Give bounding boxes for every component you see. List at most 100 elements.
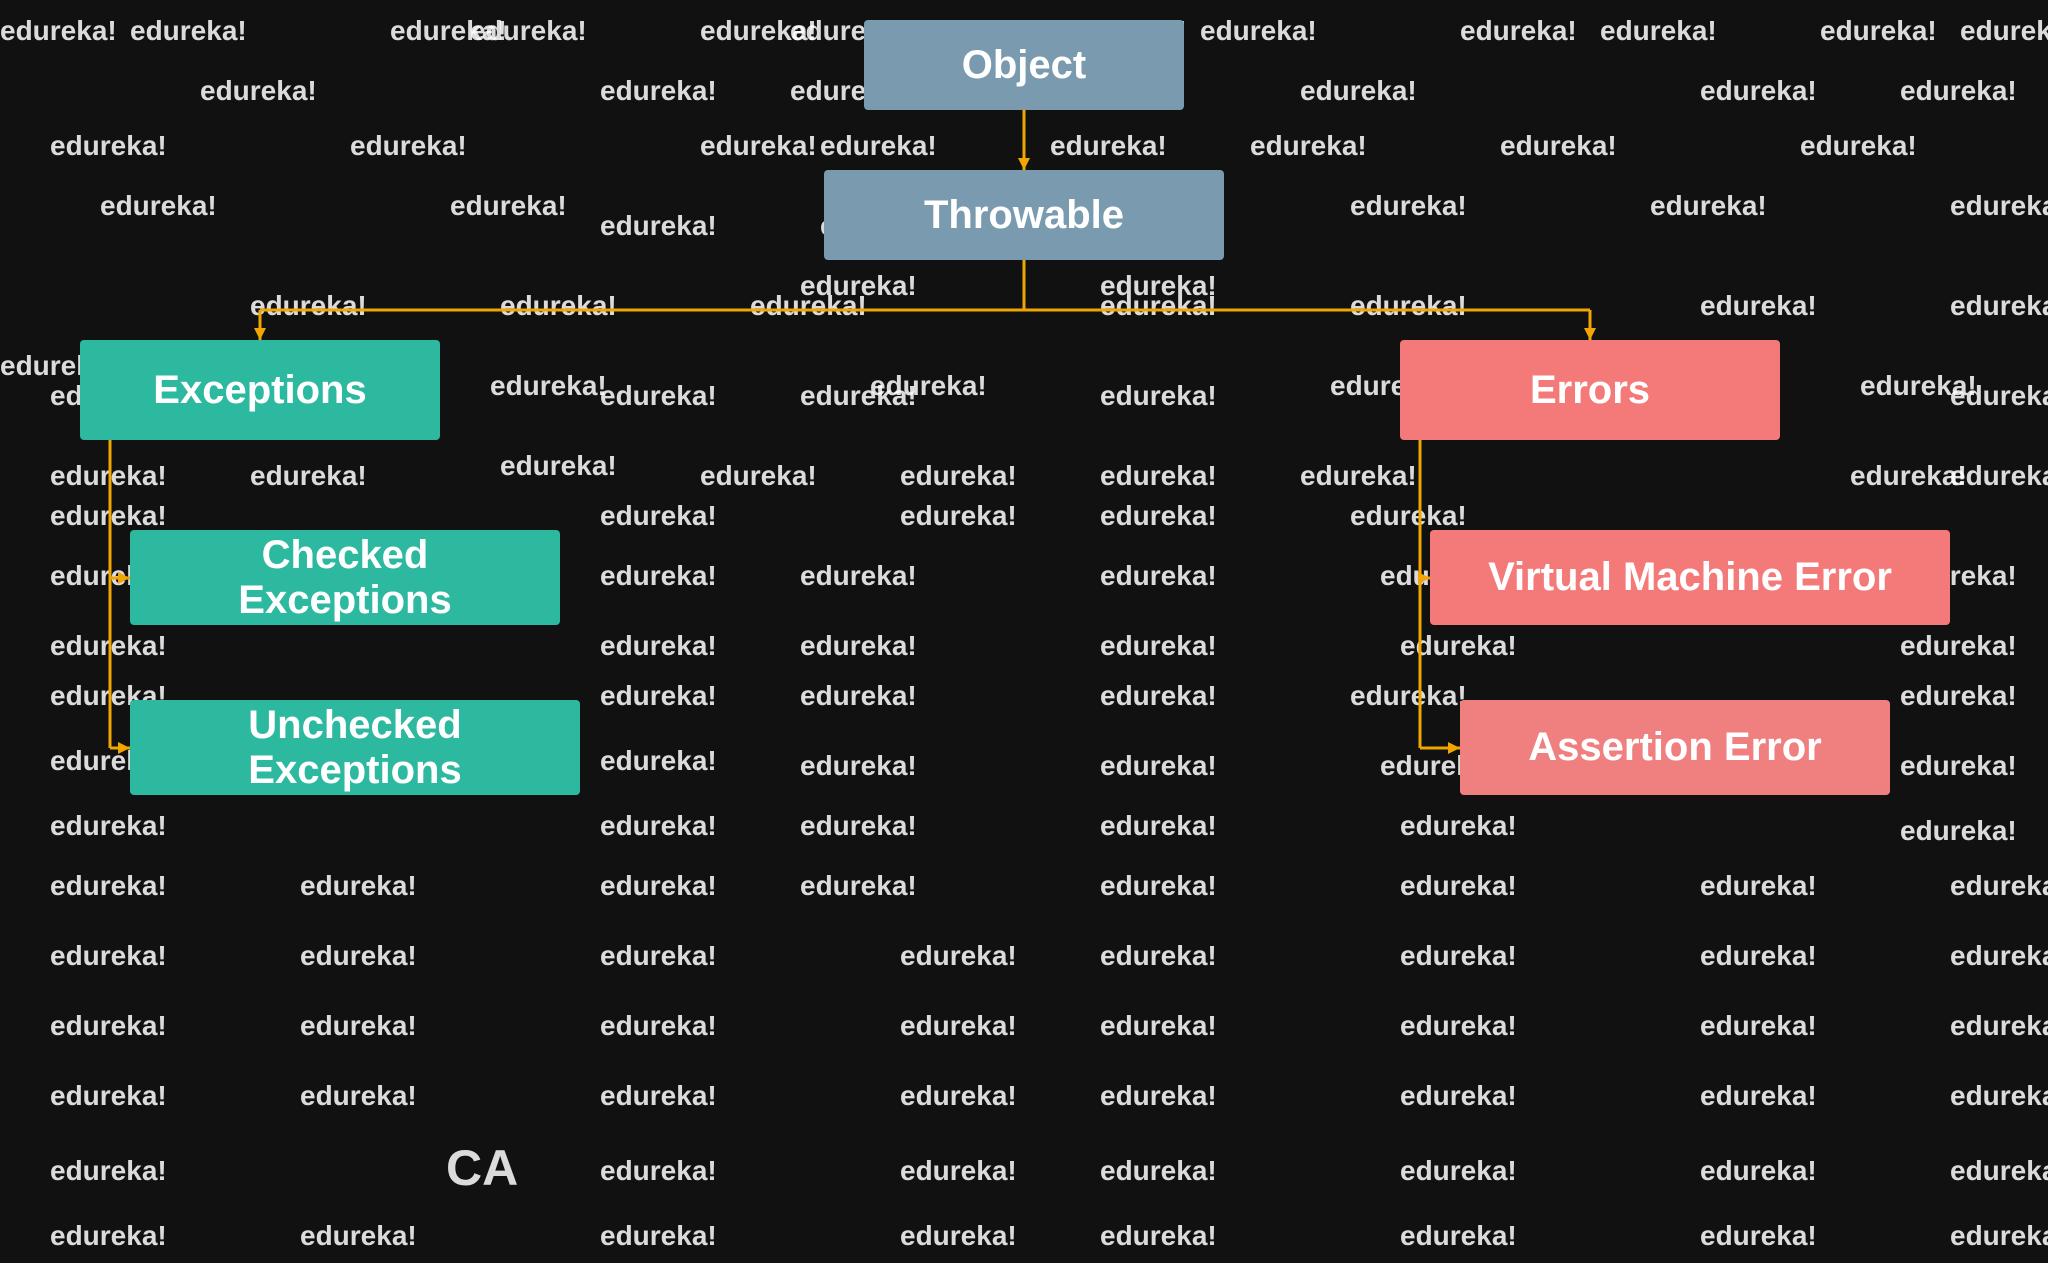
- watermark-text: edureka!: [1900, 750, 2017, 782]
- watermark-text: edureka!: [1800, 130, 1917, 162]
- watermark-text: edureka!: [1100, 750, 1217, 782]
- watermark-text: edureka!: [600, 1220, 717, 1252]
- watermark-text: edureka!: [450, 190, 567, 222]
- watermark-text: edureka!: [600, 1155, 717, 1187]
- watermark-text: edureka!: [1350, 500, 1467, 532]
- watermark-text: edureka!: [1950, 190, 2048, 222]
- watermark-text: edureka!: [50, 870, 167, 902]
- watermark-text: edureka!: [1460, 15, 1577, 47]
- watermark-text: edureka!: [1820, 15, 1937, 47]
- watermark-text: edureka!: [1400, 810, 1517, 842]
- watermark-text: edureka!: [130, 15, 247, 47]
- watermark-text: edureka!: [900, 500, 1017, 532]
- watermark-text: edureka!: [600, 210, 717, 242]
- watermark-text: edureka!: [1350, 290, 1467, 322]
- watermark-text: edureka!: [800, 630, 917, 662]
- watermark-text: edureka!: [600, 810, 717, 842]
- watermark-text: edureka!: [900, 1010, 1017, 1042]
- watermark-text: edureka!: [800, 870, 917, 902]
- watermark-text: edureka!: [1700, 290, 1817, 322]
- watermark-text: edureka!: [1100, 680, 1217, 712]
- object-node: Object: [864, 20, 1184, 110]
- watermark-text: edureka!: [1100, 560, 1217, 592]
- watermark-text: edureka!: [50, 1010, 167, 1042]
- watermark-text: edureka!: [1300, 460, 1417, 492]
- watermark-text: edureka!: [1950, 940, 2048, 972]
- watermark-text: edureka!: [1100, 290, 1217, 322]
- watermark-text: edureka!: [600, 630, 717, 662]
- watermark-text: edureka!: [800, 560, 917, 592]
- watermark-text: edureka!: [800, 680, 917, 712]
- watermark-text: edureka!: [600, 560, 717, 592]
- watermark-text: edureka!: [1950, 870, 2048, 902]
- watermark-text: edureka!: [900, 1080, 1017, 1112]
- watermark-text: edureka!: [1100, 270, 1217, 302]
- watermark-text: edureka!: [1700, 940, 1817, 972]
- exceptions-node: Exceptions: [80, 340, 440, 440]
- watermark-text: edureka!: [50, 1220, 167, 1252]
- vme-node: Virtual Machine Error: [1430, 530, 1950, 625]
- watermark-text: edureka!: [1350, 680, 1467, 712]
- watermark-text: edureka!: [1200, 15, 1317, 47]
- watermark-text: edureka!: [1950, 1220, 2048, 1252]
- watermark-text: edureka!: [600, 680, 717, 712]
- watermark-text: edureka!: [300, 1080, 417, 1112]
- watermark-text: edureka!: [250, 460, 367, 492]
- watermark-text: edureka!: [1100, 500, 1217, 532]
- watermark-text: edureka!: [50, 1080, 167, 1112]
- assertion-error-node: Assertion Error: [1460, 700, 1890, 795]
- watermark-text: edureka!: [1700, 1155, 1817, 1187]
- watermark-text: edureka!: [1950, 290, 2048, 322]
- watermark-text: edureka!: [1700, 75, 1817, 107]
- watermark-text: edureka!: [820, 130, 937, 162]
- errors-node: Errors: [1400, 340, 1780, 440]
- watermark-text: edureka!: [900, 460, 1017, 492]
- watermark-text: edureka!: [500, 290, 617, 322]
- watermark-text: edureka!: [600, 1010, 717, 1042]
- watermark-text: edureka!: [1950, 1080, 2048, 1112]
- watermark-text: CA: [446, 1139, 518, 1197]
- watermark-text: edureka!: [700, 15, 817, 47]
- watermark-text: edureka!: [1700, 870, 1817, 902]
- watermark-text: edureka!: [100, 190, 217, 222]
- watermark-text: edureka!: [600, 745, 717, 777]
- watermark-text: edureka!: [1600, 15, 1717, 47]
- watermark-text: edureka!: [350, 130, 467, 162]
- watermark-text: edureka!: [1400, 1220, 1517, 1252]
- watermark-text: edureka!: [1860, 370, 1977, 402]
- watermark-text: edureka!: [1400, 1155, 1517, 1187]
- watermark-text: edureka!: [300, 1010, 417, 1042]
- watermark-text: edureka!: [870, 370, 987, 402]
- watermark-text: edureka!: [1100, 810, 1217, 842]
- watermark-text: edureka!: [200, 75, 317, 107]
- watermark-text: edureka!: [1900, 680, 2017, 712]
- watermark-text: edureka!: [1950, 380, 2048, 412]
- watermark-text: edureka!: [300, 940, 417, 972]
- watermark-text: edureka!: [900, 1155, 1017, 1187]
- watermark-text: edureka!: [1400, 940, 1517, 972]
- watermark-text: edureka!: [900, 940, 1017, 972]
- watermark-text: edureka!: [1250, 130, 1367, 162]
- watermark-text: edureka!: [1700, 1010, 1817, 1042]
- watermark-text: edureka!: [1100, 1155, 1217, 1187]
- watermark-text: edureka!: [250, 290, 367, 322]
- watermark-text: edureka!: [1900, 815, 2017, 847]
- watermark-text: edureka!: [1100, 1220, 1217, 1252]
- watermark-text: edureka!: [1100, 380, 1217, 412]
- watermark-text: edureka!: [600, 1080, 717, 1112]
- watermark-text: edureka!: [800, 380, 917, 412]
- watermark-text: edureka!: [1950, 1155, 2048, 1187]
- watermark-text: edureka!: [1100, 1010, 1217, 1042]
- watermark-text: edureka!: [900, 1220, 1017, 1252]
- watermark-text: edureka!: [1400, 630, 1517, 662]
- watermark-text: edureka!: [1350, 190, 1467, 222]
- watermark-text: edureka!: [600, 870, 717, 902]
- watermark-text: edureka!: [700, 460, 817, 492]
- watermark-text: edureka!: [390, 15, 507, 47]
- watermark-text: edureka!: [50, 630, 167, 662]
- watermark-text: edureka!: [1960, 15, 2048, 47]
- watermark-text: edureka!: [1700, 1220, 1817, 1252]
- watermark-text: edureka!: [300, 1220, 417, 1252]
- watermark-text: edureka!: [470, 15, 587, 47]
- watermark-text: edureka!: [1700, 1080, 1817, 1112]
